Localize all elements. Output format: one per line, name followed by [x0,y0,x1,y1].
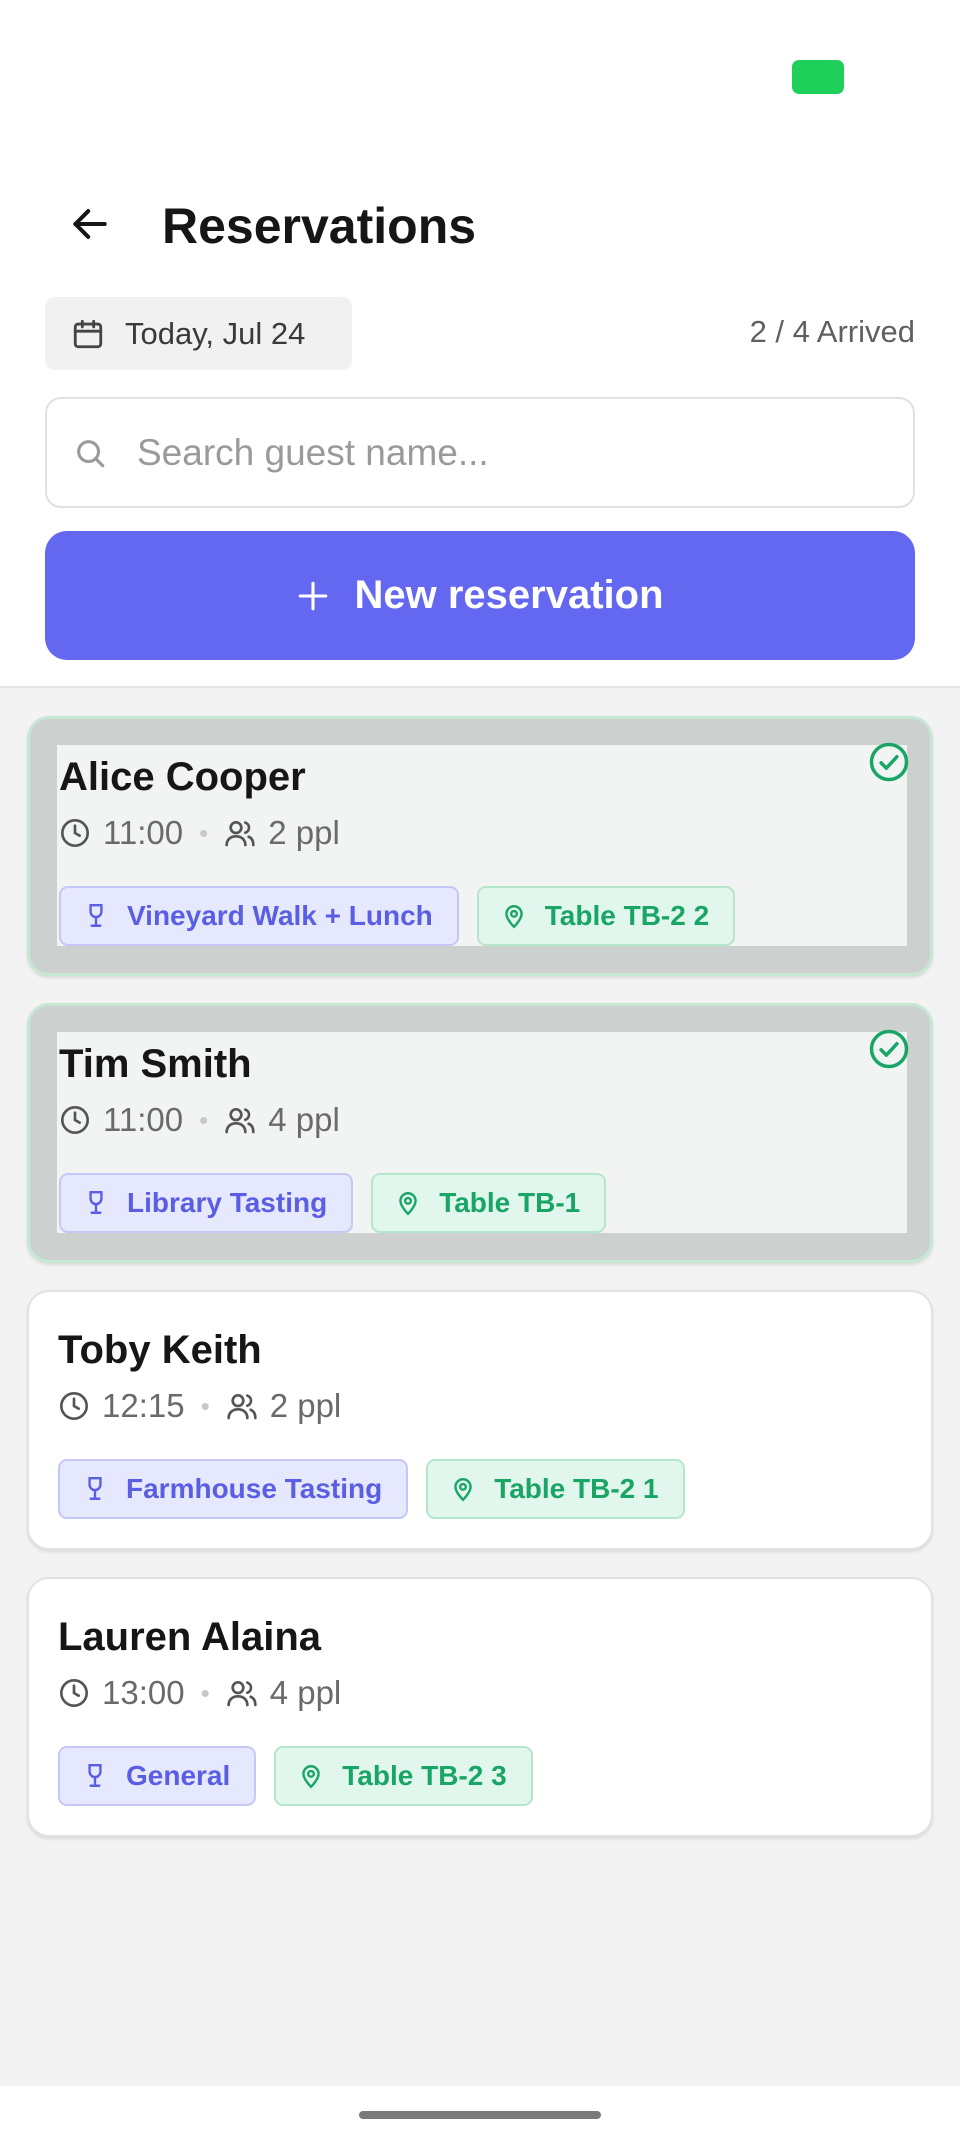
reservation-time: 13:00 [102,1674,185,1711]
reservation-card[interactable]: Toby Keith 12:15 • 2 ppl Farmhouse Tasti… [27,1290,933,1550]
tag-row: Library Tasting Table TB-1 [59,1173,607,1233]
plus-icon [299,581,328,610]
separator-dot: • [200,1390,210,1421]
experience-label: Library Tasting [127,1187,328,1218]
page-title: Reservations [162,198,477,254]
clock-icon [61,819,89,847]
back-button[interactable] [56,190,124,258]
party-size: 4 ppl [268,1101,340,1138]
separator-dot: • [200,1677,210,1708]
people-icon [227,1394,257,1420]
reservation-meta: 13:00 • 4 ppl [58,1671,341,1715]
reservation-card[interactable]: Tim Smith 11:00 • 4 ppl Library Tasting … [27,1003,933,1263]
table-label: Table TB-1 [439,1187,581,1218]
arrived-summary: 2 / 4 Arrived [749,314,915,349]
people-icon [225,1108,255,1134]
table-tag: Table TB-2 1 [426,1459,685,1519]
reservation-meta: 11:00 • 2 ppl [59,811,340,855]
wine-glass-icon [88,1476,102,1500]
separator-dot: • [199,1104,209,1135]
reservation-card[interactable]: Lauren Alaina 13:00 • 4 ppl General Tabl… [27,1577,933,1837]
reservation-time: 12:15 [102,1387,185,1424]
tag-row: General Table TB-2 3 [58,1746,533,1806]
date-label: Today, Jul 24 [125,315,306,351]
new-reservation-label: New reservation [354,573,664,617]
reservation-meta: 12:15 • 2 ppl [58,1384,341,1428]
table-tag: Table TB-2 2 [476,886,736,946]
clock-icon [61,1106,89,1134]
arrow-left-icon [73,209,107,239]
wine-glass-icon [89,903,103,927]
clock-icon [60,1679,88,1707]
party-size: 2 ppl [269,1387,342,1424]
tag-row: Farmhouse Tasting Table TB-2 1 [58,1459,685,1519]
experience-label: Farmhouse Tasting [126,1473,383,1504]
guest-name: Lauren Alaina [58,1615,322,1659]
location-pin-icon [454,1478,472,1502]
reservation-meta: 11:00 • 4 ppl [59,1098,340,1142]
location-pin-icon [399,1192,417,1216]
battery-indicator [792,60,844,94]
experience-label: Vineyard Walk + Lunch [127,900,433,931]
location-pin-icon [302,1765,321,1789]
tag-row: Vineyard Walk + Lunch Table TB-2 2 [59,886,736,946]
experience-tag: General [58,1746,257,1806]
new-reservation-button[interactable]: New reservation [45,531,915,660]
calendar-icon [73,319,103,348]
experience-tag: Library Tasting [59,1173,354,1233]
arrived-check-icon [869,1029,909,1069]
date-selector[interactable]: Today, Jul 24 [45,297,352,370]
table-label: Table TB-2 2 [544,900,710,931]
arrived-check-icon [869,742,909,782]
party-size: 2 ppl [268,814,340,851]
search-input[interactable] [137,431,877,474]
clock-icon [60,1392,88,1420]
table-tag: Table TB-2 3 [274,1746,533,1806]
wine-glass-icon [89,1190,103,1214]
people-icon [225,821,255,847]
table-label: Table TB-2 3 [342,1760,507,1791]
guest-name: Tim Smith [59,1042,252,1086]
guest-name: Alice Cooper [59,755,306,799]
search-icon [77,439,105,467]
wine-glass-icon [88,1763,102,1787]
experience-tag: Vineyard Walk + Lunch [59,886,459,946]
home-indicator[interactable] [359,2111,601,2119]
reservation-time: 11:00 [103,814,184,851]
reservation-card[interactable]: Alice Cooper 11:00 • 2 ppl Vineyard Walk… [27,716,933,976]
search-box[interactable] [45,397,915,508]
reservation-time: 11:00 [103,1101,184,1138]
people-icon [227,1681,257,1707]
table-label: Table TB-2 1 [494,1473,659,1504]
location-pin-icon [504,905,523,929]
experience-tag: Farmhouse Tasting [58,1459,409,1519]
party-size: 4 ppl [269,1674,342,1711]
table-tag: Table TB-1 [371,1173,607,1233]
guest-name: Toby Keith [58,1328,262,1372]
experience-label: General [126,1760,231,1791]
separator-dot: • [199,817,209,848]
